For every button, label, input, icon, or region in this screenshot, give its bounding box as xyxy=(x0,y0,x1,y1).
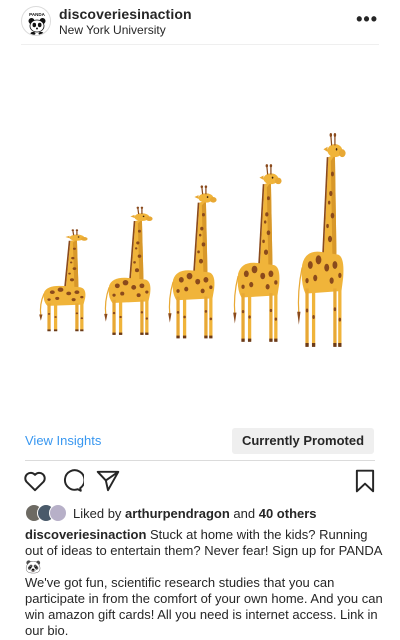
liker-avatars[interactable] xyxy=(25,504,69,522)
likes-others[interactable]: 40 others xyxy=(259,506,317,521)
bookmark-icon[interactable] xyxy=(352,468,378,494)
likes-text: Liked by arthurpendragon and 40 others xyxy=(73,506,317,521)
giraffe-3 xyxy=(167,184,218,340)
post-header: PANDA discoveriesinaction New York Unive… xyxy=(0,0,400,44)
post-image[interactable] xyxy=(0,45,400,415)
action-bar xyxy=(0,468,400,498)
giraffe-1 xyxy=(38,228,89,332)
heart-icon[interactable] xyxy=(22,468,48,494)
giraffe-2 xyxy=(103,206,154,336)
currently-promoted-button[interactable]: Currently Promoted xyxy=(232,428,374,454)
panda-logo-icon: PANDA xyxy=(23,8,50,35)
giraffes-illustration xyxy=(38,132,347,348)
comment-icon[interactable] xyxy=(58,468,86,494)
view-insights-link[interactable]: View Insights xyxy=(25,433,101,448)
giraffe-4 xyxy=(232,163,283,343)
insights-divider xyxy=(25,460,375,461)
avatar xyxy=(49,504,67,522)
likes-connector: and xyxy=(233,506,256,521)
giraffe-5 xyxy=(296,132,347,348)
insights-row: View Insights Currently Promoted xyxy=(0,426,400,456)
share-icon[interactable] xyxy=(95,468,121,494)
liked-by-user[interactable]: arthurpendragon xyxy=(125,506,230,521)
caption-username[interactable]: discoveriesinaction xyxy=(25,527,146,542)
post-username[interactable]: discoveriesinaction xyxy=(59,6,192,22)
post-location[interactable]: New York University xyxy=(59,23,166,37)
likes-row: Liked by arthurpendragon and 40 others xyxy=(25,504,385,522)
avatar-label: PANDA xyxy=(29,12,45,17)
post-caption: discoveriesinaction Stuck at home with t… xyxy=(25,527,385,639)
avatar[interactable]: PANDA xyxy=(21,6,51,36)
likes-prefix: Liked by xyxy=(73,506,122,521)
more-icon[interactable]: ••• xyxy=(356,10,378,28)
caption-line-2: We've got fun, scientific research studi… xyxy=(25,575,383,638)
